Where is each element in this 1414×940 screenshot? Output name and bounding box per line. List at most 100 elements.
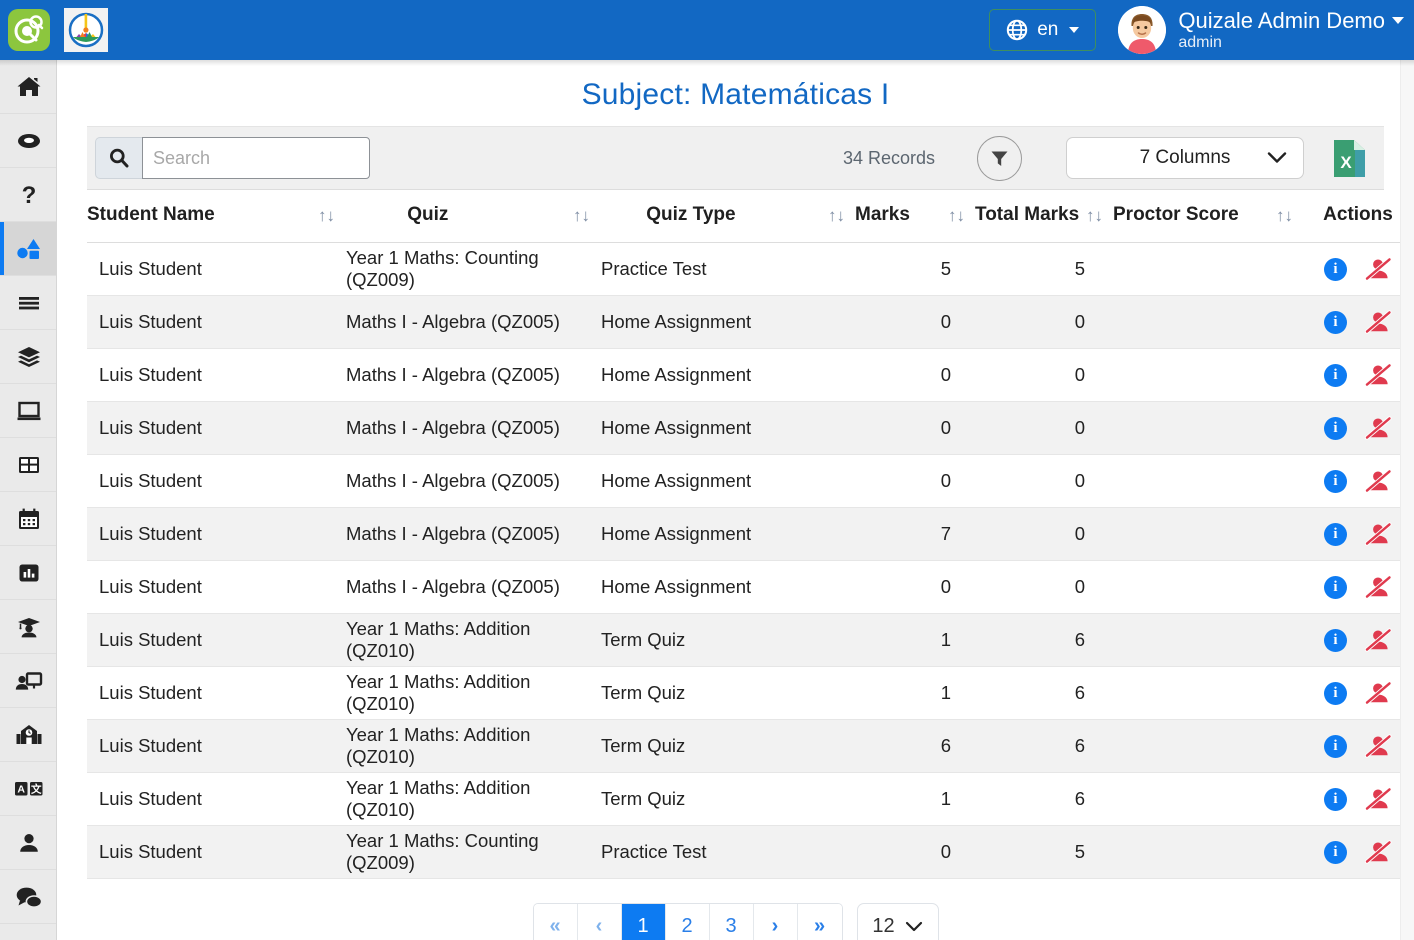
- school-crest-logo[interactable]: [64, 8, 108, 52]
- info-circle-icon[interactable]: i: [1324, 364, 1347, 387]
- cell-proctor-score: [1113, 720, 1303, 773]
- pagination-page-1[interactable]: 1: [622, 904, 666, 940]
- cell-total-marks: 0: [975, 296, 1113, 349]
- cell-quiz: Year 1 Maths: Addition (QZ010): [345, 614, 600, 667]
- info-circle-icon[interactable]: i: [1324, 629, 1347, 652]
- user-slash-icon[interactable]: [1365, 681, 1392, 705]
- table-head: Student Name ↑↓ Quiz ↑↓ Quiz Type ↑↓: [87, 190, 1413, 243]
- info-circle-icon[interactable]: i: [1324, 470, 1347, 493]
- cell-actions: i: [1303, 667, 1413, 720]
- sidebar-item-calendar[interactable]: [0, 492, 57, 546]
- info-circle-icon[interactable]: i: [1324, 788, 1347, 811]
- sidebar-item-translate[interactable]: A 文: [0, 762, 57, 816]
- column-header-proctor-score[interactable]: Proctor Score ↑↓: [1113, 190, 1303, 243]
- table-row: Luis StudentYear 1 Maths: Addition (QZ01…: [87, 614, 1413, 667]
- cell-actions: i: [1303, 561, 1413, 614]
- user-slash-icon[interactable]: [1365, 257, 1392, 281]
- cell-quiz-type: Term Quiz: [600, 614, 855, 667]
- svg-text:A: A: [17, 783, 25, 795]
- columns-select-label: 7 Columns: [1140, 147, 1231, 169]
- user-slash-icon[interactable]: [1365, 416, 1392, 440]
- cell-proctor-score: [1113, 349, 1303, 402]
- sort-updown-icon[interactable]: ↑↓: [828, 207, 845, 224]
- sidebar-item-shapes[interactable]: [0, 222, 57, 276]
- cell-proctor-score: [1113, 296, 1303, 349]
- pagination-first[interactable]: «: [534, 904, 578, 940]
- pagination-page-3[interactable]: 3: [710, 904, 754, 940]
- user-slash-icon[interactable]: [1365, 787, 1392, 811]
- column-header-total-marks[interactable]: Total Marks ↑↓: [975, 190, 1113, 243]
- info-circle-icon[interactable]: i: [1324, 417, 1347, 440]
- pagination-page-2[interactable]: 2: [666, 904, 710, 940]
- user-slash-icon[interactable]: [1365, 575, 1392, 599]
- sidebar-item-student[interactable]: [0, 600, 57, 654]
- cell-total-marks: 6: [975, 720, 1113, 773]
- export-excel-button[interactable]: X: [1332, 139, 1366, 177]
- column-header-student-name[interactable]: Student Name ↑↓: [87, 190, 345, 243]
- cell-student-name: Luis Student: [87, 402, 345, 455]
- sidebar-item-whiteboard[interactable]: [0, 384, 57, 438]
- sidebar-item-menu[interactable]: [0, 276, 57, 330]
- info-circle-icon[interactable]: i: [1324, 523, 1347, 546]
- funnel-icon: [989, 148, 1010, 169]
- info-circle-icon[interactable]: i: [1324, 735, 1347, 758]
- column-header-quiz[interactable]: Quiz ↑↓: [345, 190, 600, 243]
- sort-updown-icon[interactable]: ↑↓: [573, 207, 590, 224]
- user-slash-icon[interactable]: [1365, 840, 1392, 864]
- pagination-prev[interactable]: ‹: [578, 904, 622, 940]
- user-slash-icon[interactable]: [1365, 310, 1392, 334]
- search-input[interactable]: [142, 137, 370, 179]
- sidebar-item-grid[interactable]: [0, 438, 57, 492]
- cell-quiz-type: Home Assignment: [600, 561, 855, 614]
- sidebar-item-chat[interactable]: [0, 870, 57, 924]
- sort-updown-icon[interactable]: ↑↓: [1086, 207, 1103, 224]
- cell-marks: 0: [855, 349, 975, 402]
- user-slash-icon[interactable]: [1365, 469, 1392, 493]
- column-header-actions: Actions: [1303, 190, 1413, 243]
- sidebar-item-ring[interactable]: [0, 114, 57, 168]
- sidebar-item-help[interactable]: ?: [0, 168, 57, 222]
- sidebar-item-home[interactable]: [0, 60, 57, 114]
- info-circle-icon[interactable]: i: [1324, 258, 1347, 281]
- cell-marks: 0: [855, 402, 975, 455]
- cell-actions: i: [1303, 614, 1413, 667]
- sidebar-item-layers[interactable]: [0, 330, 57, 384]
- sort-updown-icon[interactable]: ↑↓: [948, 207, 965, 224]
- language-selector[interactable]: en: [989, 9, 1096, 51]
- columns-select[interactable]: 7 Columns: [1066, 137, 1304, 179]
- sidebar-item-school[interactable]: [0, 708, 57, 762]
- rows-per-page-select[interactable]: 12: [857, 903, 939, 940]
- user-slash-icon[interactable]: [1365, 628, 1392, 652]
- column-header-marks[interactable]: Marks ↑↓: [855, 190, 975, 243]
- sort-updown-icon[interactable]: ↑↓: [318, 207, 335, 224]
- record-count: 34 Records: [843, 148, 935, 169]
- column-header-quiz-type[interactable]: Quiz Type ↑↓: [600, 190, 855, 243]
- rows-per-page-value: 12: [872, 915, 894, 938]
- user-menu[interactable]: Quizale Admin Demo admin: [1118, 6, 1404, 54]
- question-mark-icon: ?: [16, 182, 42, 208]
- pagination-last[interactable]: »: [798, 904, 842, 940]
- cell-marks: 1: [855, 773, 975, 826]
- info-circle-icon[interactable]: i: [1324, 682, 1347, 705]
- sidebar-item-teacher[interactable]: [0, 654, 57, 708]
- filter-button[interactable]: [977, 136, 1022, 181]
- sidebar-item-reports[interactable]: [0, 546, 57, 600]
- sort-updown-icon[interactable]: ↑↓: [1276, 207, 1293, 224]
- user-slash-icon[interactable]: [1365, 522, 1392, 546]
- user-text-block: Quizale Admin Demo admin: [1178, 9, 1404, 51]
- user-slash-icon[interactable]: [1365, 363, 1392, 387]
- table-row: Luis StudentYear 1 Maths: Addition (QZ01…: [87, 773, 1413, 826]
- column-label: Quiz: [407, 204, 448, 226]
- cell-quiz-type: Home Assignment: [600, 402, 855, 455]
- info-circle-icon[interactable]: i: [1324, 841, 1347, 864]
- cell-quiz: Maths I - Algebra (QZ005): [345, 455, 600, 508]
- sidebar-item-profile[interactable]: [0, 816, 57, 870]
- table-grid-icon: [16, 452, 42, 478]
- info-circle-icon[interactable]: i: [1324, 576, 1347, 599]
- quizale-logo[interactable]: [8, 9, 50, 51]
- chevron-down-icon: [1069, 27, 1079, 33]
- pagination-next[interactable]: ›: [754, 904, 798, 940]
- table-row: Luis StudentYear 1 Maths: Counting (QZ00…: [87, 826, 1413, 879]
- user-slash-icon[interactable]: [1365, 734, 1392, 758]
- info-circle-icon[interactable]: i: [1324, 311, 1347, 334]
